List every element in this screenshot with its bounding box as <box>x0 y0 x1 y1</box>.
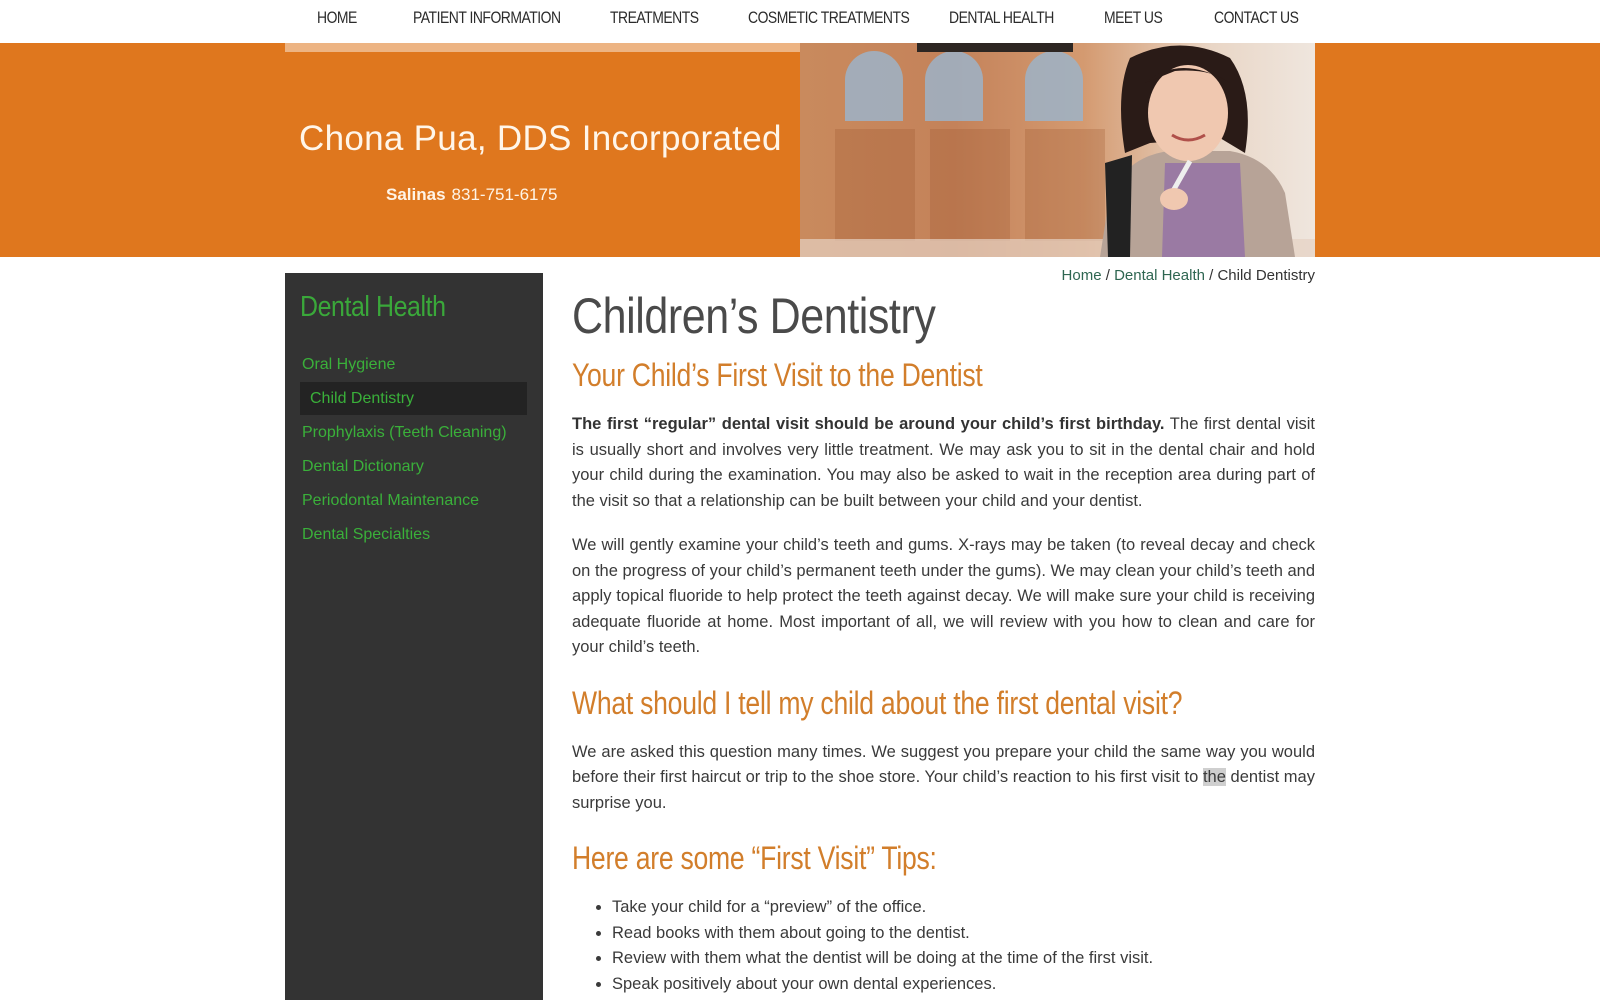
breadcrumb-current: Child Dentistry <box>1217 267 1315 284</box>
nav-item-treatments[interactable]: TREATMENTS <box>610 8 699 28</box>
person-photo-icon <box>1100 45 1295 257</box>
paragraph-what-to-tell: We are asked this question many times. W… <box>572 740 1315 817</box>
sidebar-item-periodontal-maintenance[interactable]: Periodontal Maintenance <box>300 484 527 517</box>
heading-first-visit: Your Child’s First Visit to the Dentist <box>572 357 983 393</box>
nav-item-contact-us[interactable]: CONTACT US <box>1214 8 1299 28</box>
sidebar-item-prophylaxis[interactable]: Prophylaxis (Teeth Cleaning) <box>300 416 527 449</box>
nav-item-home[interactable]: HOME <box>317 8 357 28</box>
heading-tips: Here are some “First Visit” Tips: <box>572 840 937 876</box>
tip-item: Speak positively about your own dental e… <box>612 972 1315 998</box>
practice-contact: Salinas 831-751-6175 <box>386 185 557 205</box>
sidebar-item-dental-dictionary[interactable]: Dental Dictionary <box>300 450 527 483</box>
tip-item: Read books with them about going to the … <box>612 921 1315 947</box>
tip-item: Take your child for a “preview” of the o… <box>612 895 1315 921</box>
practice-name[interactable]: Chona Pua, DDS Incorporated <box>299 119 782 159</box>
nav-item-cosmetic-treatments[interactable]: COSMETIC TREATMENTS <box>748 8 910 28</box>
tip-item: Review with them what the dentist will b… <box>612 946 1315 972</box>
sidebar-item-dental-specialties[interactable]: Dental Specialties <box>300 518 527 551</box>
nav-item-patient-information[interactable]: PATIENT INFORMATION <box>413 8 561 28</box>
practice-city: Salinas <box>386 185 446 204</box>
main-content: Children’s Dentistry Your Child’s First … <box>572 285 1315 997</box>
nav-item-dental-health[interactable]: DENTAL HEALTH <box>949 8 1054 28</box>
nav-menu: HOME PATIENT INFORMATION TREATMENTS COSM… <box>285 0 1315 43</box>
breadcrumb-separator: / <box>1204 267 1218 284</box>
sidebar: Dental Health Oral Hygiene Child Dentist… <box>285 273 543 1000</box>
tips-list: Take your child for a “preview” of the o… <box>612 895 1315 997</box>
paragraph-first-visit: The first “regular” dental visit should … <box>572 412 1315 514</box>
page-title: Children’s Dentistry <box>572 288 936 344</box>
nav-item-meet-us[interactable]: MEET US <box>1104 8 1163 28</box>
breadcrumb: Home / Dental Health / Child Dentistry <box>1062 267 1315 284</box>
practice-phone[interactable]: 831-751-6175 <box>452 185 558 204</box>
site-banner: Chona Pua, DDS Incorporated Salinas 831-7… <box>0 43 1600 257</box>
hero-image <box>800 43 1315 257</box>
heading-what-to-tell: What should I tell my child about the fi… <box>572 684 1183 721</box>
paragraph-examination: We will gently examine your child’s teet… <box>572 536 1315 656</box>
breadcrumb-separator: / <box>1101 267 1115 284</box>
active-nav-indicator <box>917 43 1073 52</box>
sidebar-heading: Dental Health <box>300 291 446 323</box>
selected-text: the <box>1202 768 1226 786</box>
sidebar-item-child-dentistry[interactable]: Child Dentistry <box>300 382 527 415</box>
breadcrumb-home[interactable]: Home <box>1062 267 1102 284</box>
sidebar-item-oral-hygiene[interactable]: Oral Hygiene <box>300 348 527 381</box>
paragraph-first-visit-lead: The first “regular” dental visit should … <box>572 415 1165 433</box>
top-navigation: HOME PATIENT INFORMATION TREATMENTS COSM… <box>0 0 1600 43</box>
breadcrumb-dental-health[interactable]: Dental Health <box>1114 267 1205 284</box>
